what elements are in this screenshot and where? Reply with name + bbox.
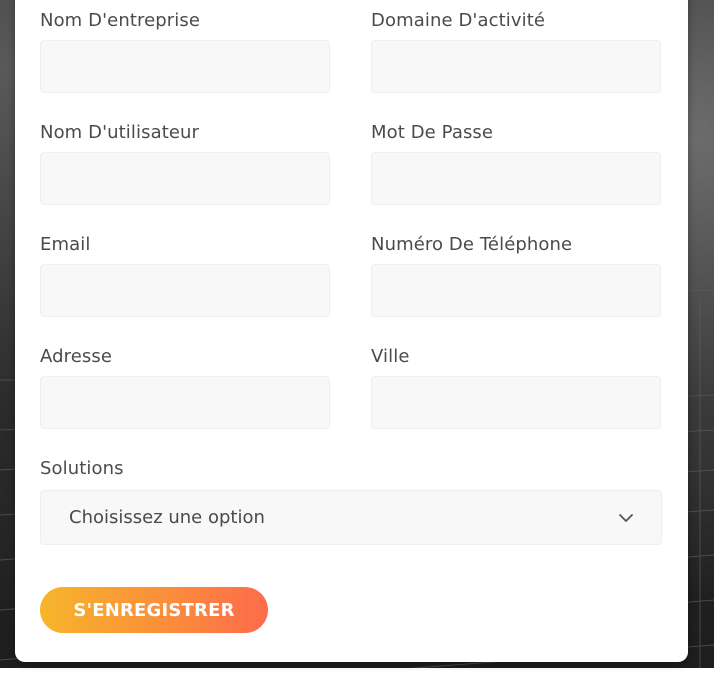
business-domain-input[interactable] bbox=[371, 40, 661, 93]
solutions-selected-value: Choisissez une option bbox=[69, 507, 265, 528]
username-label: Nom D'utilisateur bbox=[40, 122, 200, 143]
password-input[interactable] bbox=[371, 152, 661, 205]
password-label: Mot De Passe bbox=[371, 122, 494, 143]
username-input[interactable] bbox=[40, 152, 330, 205]
city-label: Ville bbox=[371, 346, 410, 367]
registration-form-card: Nom D'entreprise Domaine D'activité Nom … bbox=[15, 0, 688, 662]
business-domain-label: Domaine D'activité bbox=[371, 10, 546, 31]
phone-label: Numéro De Téléphone bbox=[371, 234, 573, 255]
city-input[interactable] bbox=[371, 376, 661, 429]
email-input[interactable] bbox=[40, 264, 330, 317]
company-name-label: Nom D'entreprise bbox=[40, 10, 201, 31]
solutions-select[interactable]: Choisissez une option bbox=[40, 490, 662, 545]
address-input[interactable] bbox=[40, 376, 330, 429]
register-button[interactable]: S'ENREGISTRER bbox=[40, 587, 268, 633]
address-label: Adresse bbox=[40, 346, 113, 367]
company-name-input[interactable] bbox=[40, 40, 330, 93]
email-label: Email bbox=[40, 234, 91, 255]
chevron-down-icon[interactable] bbox=[617, 509, 635, 527]
phone-input[interactable] bbox=[371, 264, 661, 317]
page-bottom-strip bbox=[0, 668, 714, 682]
solutions-label: Solutions bbox=[40, 458, 124, 479]
